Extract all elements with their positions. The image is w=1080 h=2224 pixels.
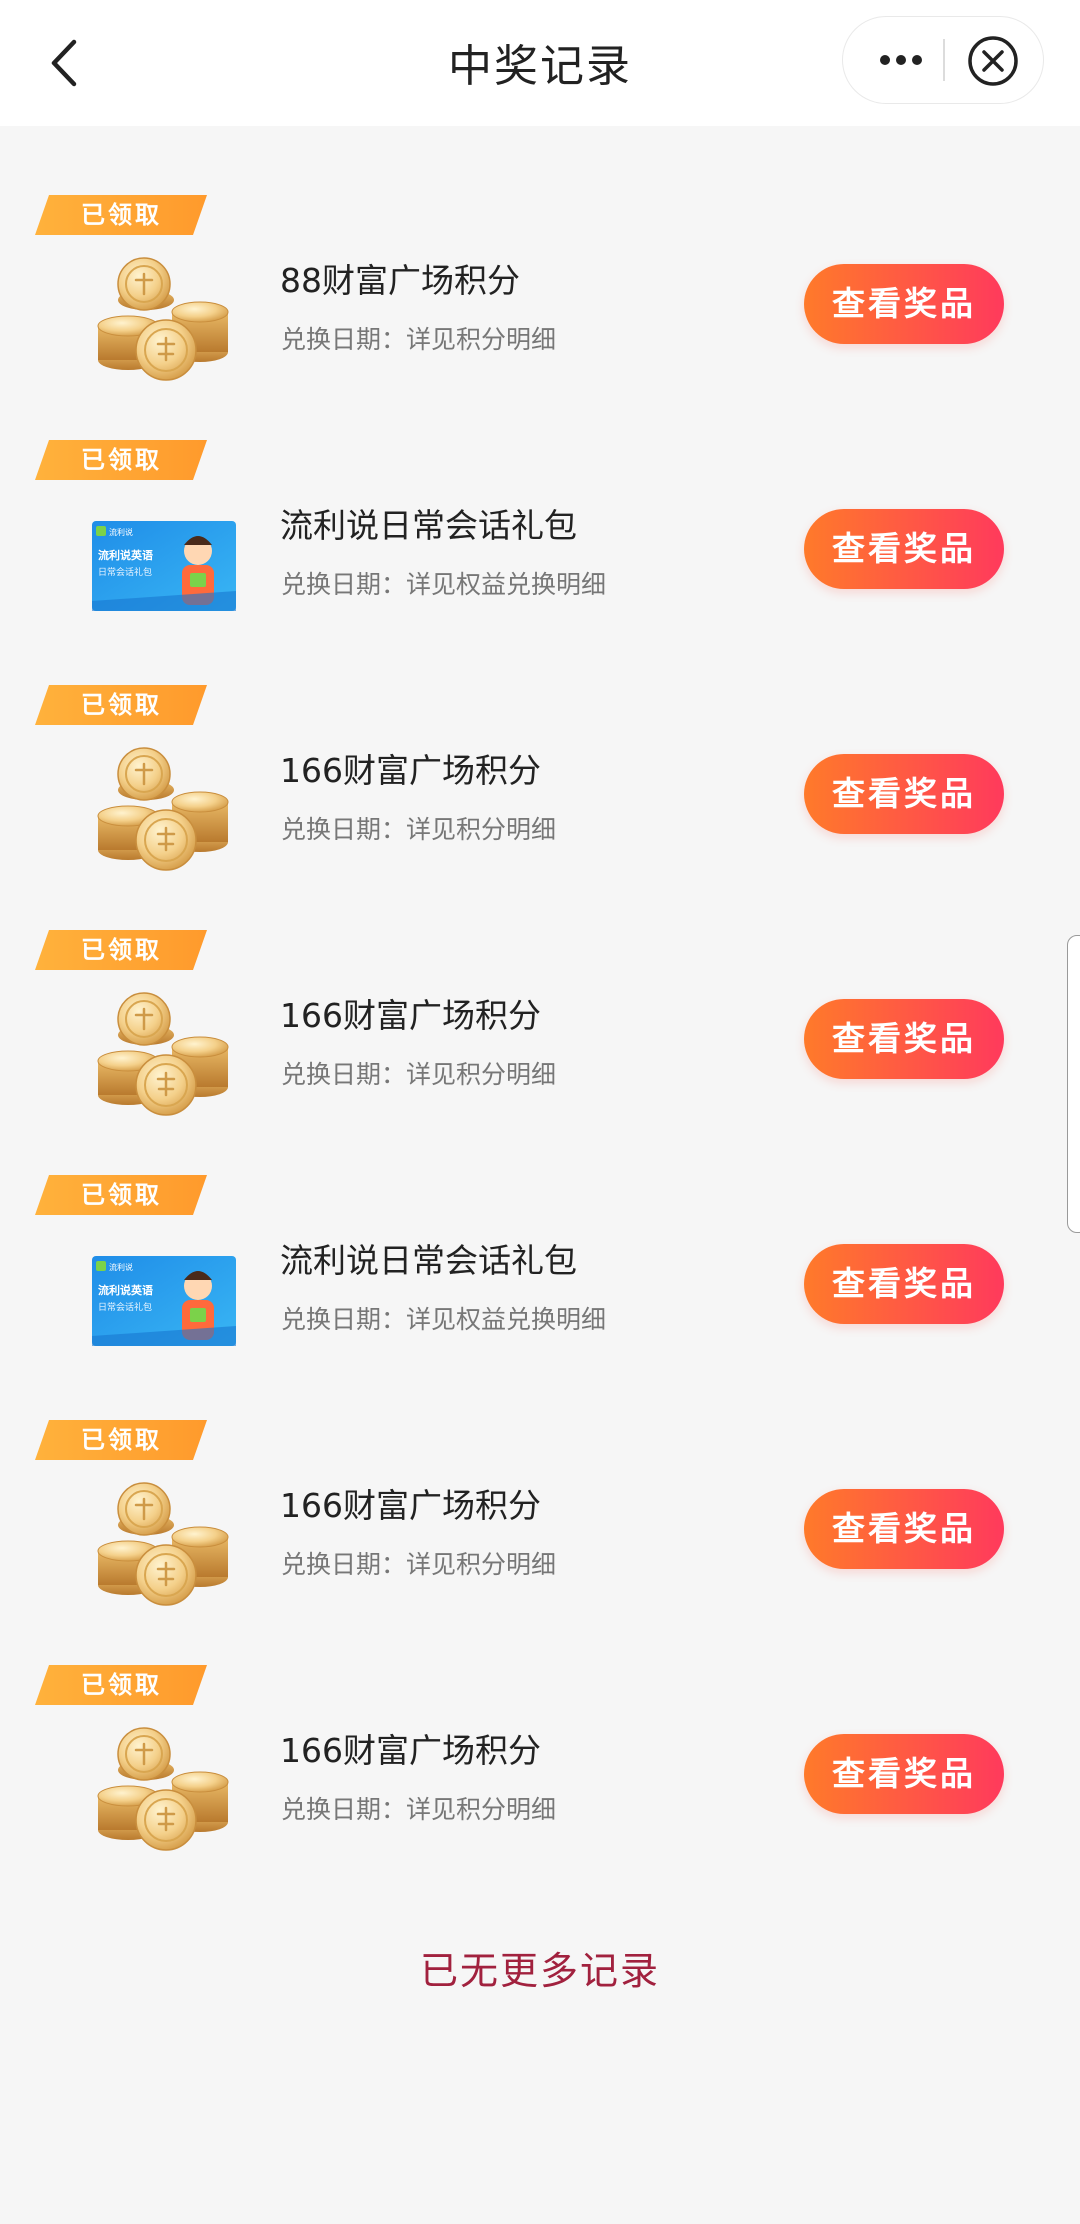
claimed-tag: 已领取 bbox=[35, 930, 207, 970]
prize-name: 166财富广场积分 bbox=[280, 1486, 541, 1525]
record-list: 已领取 88财富广场积分 兑换日期：详见积分明细 查看奖品 已领取 流利说 流利说英语… bbox=[0, 126, 1080, 1851]
gold-coins-image bbox=[97, 747, 229, 871]
prize-name: 166财富广场积分 bbox=[280, 996, 541, 1035]
view-prize-button[interactable]: 查看奖品 bbox=[804, 1244, 1004, 1324]
view-prize-button[interactable]: 查看奖品 bbox=[804, 999, 1004, 1079]
mini-program-capsule bbox=[842, 16, 1044, 104]
redeem-date: 兑换日期：详见积分明细 bbox=[281, 1550, 557, 1579]
svg-text:流利说英语: 流利说英语 bbox=[98, 548, 153, 562]
redeem-date: 兑换日期：详见积分明细 bbox=[281, 815, 557, 844]
view-prize-button[interactable]: 查看奖品 bbox=[804, 1734, 1004, 1814]
redeem-date: 兑换日期：详见权益兑换明细 bbox=[281, 570, 607, 599]
redeem-date: 兑换日期：详见积分明细 bbox=[281, 1795, 557, 1824]
liulishuo-card-image: 流利说 流利说英语 日常会话礼包 bbox=[92, 521, 236, 611]
claimed-tag: 已领取 bbox=[35, 685, 207, 725]
record-item: 已领取 流利说 流利说英语 日常会话礼包 流利说日常会话礼包 兑换日期：详见权益兑… bbox=[0, 371, 1080, 616]
no-more-records: 已无更多记录 bbox=[419, 1949, 660, 1993]
claimed-tag: 已领取 bbox=[35, 1665, 207, 1705]
svg-text:日常会话礼包: 日常会话礼包 bbox=[98, 566, 152, 578]
close-circle-icon[interactable] bbox=[965, 33, 1021, 89]
record-item: 已领取 166财富广场积分兑换日期：详见积分明细 查看奖品 bbox=[0, 616, 1080, 871]
nav-bar: 中奖记录 bbox=[0, 0, 1080, 126]
liulishuo-card-image: 流利说 流利说英语 日常会话礼包 bbox=[92, 1256, 236, 1346]
record-item: 已领取 166财富广场积分兑换日期：详见积分明细 查看奖品 bbox=[0, 861, 1080, 1116]
record-item: 已领取 88财富广场积分兑换日期：详见积分明细 查看奖品 bbox=[0, 126, 1080, 381]
scroll-handle[interactable] bbox=[1067, 935, 1080, 1233]
view-prize-button[interactable]: 查看奖品 bbox=[804, 754, 1004, 834]
prize-name: 166财富广场积分 bbox=[280, 1731, 541, 1770]
svg-text:日常会话礼包: 日常会话礼包 bbox=[98, 1301, 152, 1313]
view-prize-button[interactable]: 查看奖品 bbox=[804, 509, 1004, 589]
prize-name: 流利说日常会话礼包 bbox=[280, 1241, 577, 1280]
svg-text:流利说: 流利说 bbox=[109, 1262, 133, 1272]
prize-name: 88财富广场积分 bbox=[280, 261, 520, 300]
claimed-tag: 已领取 bbox=[35, 195, 207, 235]
svg-text:流利说英语: 流利说英语 bbox=[98, 1283, 153, 1297]
redeem-date: 兑换日期：详见积分明细 bbox=[281, 1060, 557, 1089]
record-item: 已领取 流利说 流利说英语 日常会话礼包 流利说日常会话礼包 兑换日期：详见权益兑… bbox=[0, 1106, 1080, 1351]
prize-name: 流利说日常会话礼包 bbox=[280, 506, 577, 545]
svg-text:流利说: 流利说 bbox=[109, 527, 133, 537]
gold-coins-image bbox=[97, 257, 229, 381]
claimed-tag: 已领取 bbox=[35, 1420, 207, 1460]
gold-coins-image bbox=[97, 1482, 229, 1606]
prize-name: 166财富广场积分 bbox=[280, 751, 541, 790]
record-item: 已领取 166财富广场积分兑换日期：详见积分明细 查看奖品 bbox=[0, 1596, 1080, 1851]
claimed-tag: 已领取 bbox=[35, 1175, 207, 1215]
ellipsis-icon[interactable] bbox=[855, 31, 947, 89]
redeem-date: 兑换日期：详见权益兑换明细 bbox=[281, 1305, 607, 1334]
gold-coins-image bbox=[97, 992, 229, 1116]
record-item: 已领取 166财富广场积分兑换日期：详见积分明细 查看奖品 bbox=[0, 1351, 1080, 1606]
claimed-tag: 已领取 bbox=[35, 440, 207, 480]
capsule-divider bbox=[943, 39, 945, 81]
view-prize-button[interactable]: 查看奖品 bbox=[804, 1489, 1004, 1569]
view-prize-button[interactable]: 查看奖品 bbox=[804, 264, 1004, 344]
redeem-date: 兑换日期：详见积分明细 bbox=[281, 325, 557, 354]
gold-coins-image bbox=[97, 1727, 229, 1851]
